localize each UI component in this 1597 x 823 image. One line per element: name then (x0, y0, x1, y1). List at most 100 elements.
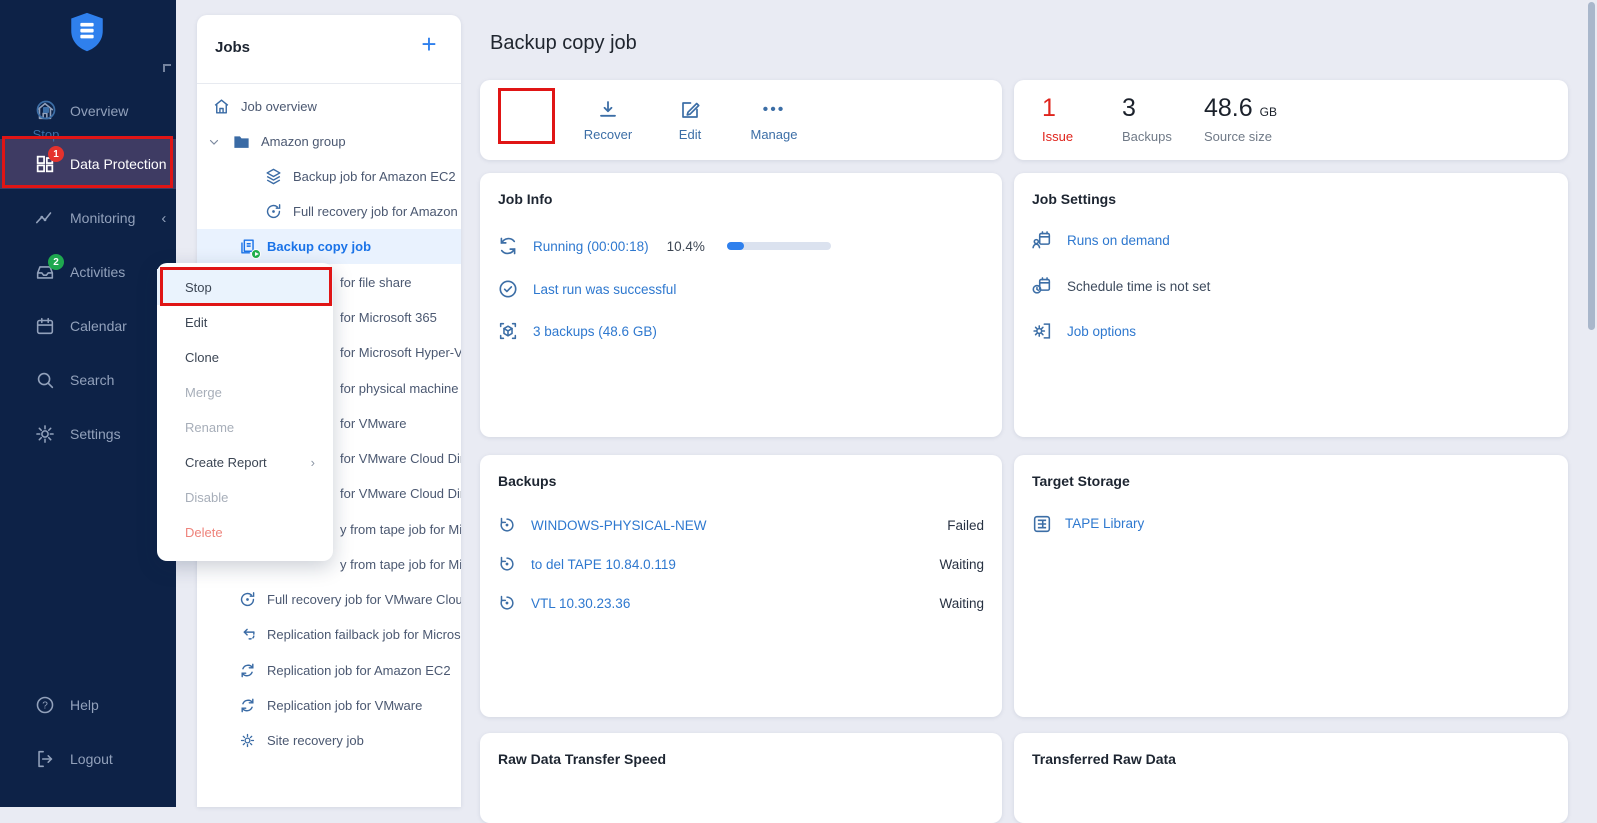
tree-item-job-overview[interactable]: Job overview (212, 89, 455, 124)
backup-copy-icon (238, 237, 257, 256)
tree-item-site-recovery[interactable]: Site recovery job (238, 723, 461, 758)
tree-item-label: Replication job for VMware (267, 698, 422, 713)
restore-icon (497, 515, 517, 535)
menu-item-edit[interactable]: Edit (157, 304, 333, 340)
tree-item-label: Amazon group (261, 134, 346, 149)
runs-on-demand-link[interactable]: Runs on demand (1067, 233, 1170, 248)
last-run-row: Last run was successful (497, 278, 676, 300)
tree-item-replication-failback[interactable]: Replication failback job for Microsof (238, 617, 461, 652)
tree-item-label: Backup job for Amazon EC2 (293, 169, 456, 184)
tree-item-fragment[interactable]: for VMware Cloud Direc (340, 441, 461, 476)
tree-item-fragment[interactable]: y from tape job for Micr (340, 547, 461, 582)
backup-name-link[interactable]: WINDOWS-PHYSICAL-NEW (531, 518, 707, 533)
chevron-down-icon[interactable] (208, 136, 222, 148)
backup-row: VTL 10.30.23.36 Waiting (497, 593, 984, 613)
sidebar-item-logout[interactable]: Logout (0, 734, 176, 784)
chevron-left-icon[interactable]: ‹ (161, 210, 166, 227)
add-job-button[interactable]: + (415, 31, 443, 59)
progress-bar (727, 242, 831, 250)
backup-name-link[interactable]: to del TAPE 10.84.0.119 (531, 557, 676, 572)
backup-row: WINDOWS-PHYSICAL-NEW Failed (497, 515, 984, 535)
backup-name-link[interactable]: VTL 10.30.23.36 (531, 596, 630, 611)
source-size-value: 48.6 (1204, 94, 1253, 122)
tree-item-fragment[interactable]: y from tape job for Micr (340, 512, 461, 547)
tree-item-replication-amazon-ec2[interactable]: Replication job for Amazon EC2 (238, 653, 461, 688)
jobs-panel-title: Jobs (215, 39, 250, 56)
running-status-link[interactable]: Running (00:00:18) (533, 239, 649, 254)
backups-card: Backups WINDOWS-PHYSICAL-NEW Failed to d… (480, 455, 1002, 717)
sidebar-item-activities[interactable]: 2 Activities (0, 247, 176, 297)
progress-fill (727, 242, 744, 250)
menu-item-delete[interactable]: Delete (157, 514, 333, 550)
sidebar-collapse-handle[interactable] (163, 64, 171, 72)
tree-item-fragment[interactable]: for Microsoft 365 (340, 300, 461, 335)
tree-item-full-recovery-amazon[interactable]: Full recovery job for Amazon E (264, 194, 461, 229)
tree-item-label: Job overview (241, 99, 317, 114)
source-size-unit: GB (1260, 105, 1277, 119)
backups-title: Backups (498, 473, 556, 489)
sidebar-item-calendar[interactable]: Calendar (0, 301, 176, 351)
tree-item-full-recovery-vmware-cloud[interactable]: Full recovery job for VMware Cloud (238, 582, 461, 617)
stat-source-size: 48.6 GB Source size (1204, 94, 1277, 144)
tree-item-replication-vmware[interactable]: Replication job for VMware (238, 688, 461, 723)
last-run-link[interactable]: Last run was successful (533, 282, 676, 297)
recovery-icon (238, 590, 257, 609)
person-schedule-icon (1031, 229, 1053, 251)
menu-item-clone[interactable]: Clone (157, 339, 333, 375)
tree-item-fragment[interactable]: for Microsoft Hyper-V (340, 335, 461, 370)
stats-card: 1 Issue 3 Backups 48.6 GB Source size (1014, 80, 1568, 160)
edit-button[interactable]: Edit (660, 92, 720, 148)
target-storage-title: Target Storage (1032, 473, 1130, 489)
tree-item-backup-copy-job[interactable]: Backup copy job (197, 229, 461, 264)
tree-item-amazon-group[interactable]: Amazon group (208, 124, 455, 159)
sidebar-item-monitoring[interactable]: Monitoring ‹ (0, 193, 176, 243)
sidebar-item-settings[interactable]: Settings (0, 409, 176, 459)
home-icon (212, 97, 231, 116)
backups-summary-link[interactable]: 3 backups (48.6 GB) (533, 324, 657, 339)
menu-item-merge: Merge (157, 374, 333, 410)
menu-item-stop[interactable]: Stop (157, 269, 333, 305)
sidebar-item-label: Data Protection (70, 156, 167, 172)
backup-status: Failed (947, 518, 984, 533)
tape-library-icon (1031, 513, 1051, 533)
tree-item-fragment[interactable]: for VMware Cloud Direc (340, 476, 461, 511)
storage-name-link[interactable]: TAPE Library (1065, 516, 1144, 531)
schedule-time-row: Schedule time is not set (1031, 275, 1210, 297)
job-options-link[interactable]: Job options (1067, 324, 1136, 339)
gear-icon (34, 423, 56, 445)
sidebar-item-label: Help (70, 697, 99, 713)
stop-icon (34, 98, 58, 122)
stop-label: Stop (33, 127, 60, 142)
sidebar-item-help[interactable]: ? Help (0, 680, 176, 730)
replication-icon (238, 661, 257, 680)
stat-issue[interactable]: 1 Issue (1042, 94, 1073, 144)
stop-button[interactable]: Stop (12, 92, 80, 148)
manage-button[interactable]: ••• Manage (738, 92, 810, 148)
search-icon (34, 369, 56, 391)
download-icon (596, 98, 620, 122)
backup-status: Waiting (939, 596, 984, 611)
tree-item-fragment[interactable]: for physical machine (340, 371, 461, 406)
backup-row: to del TAPE 10.84.0.119 Waiting (497, 554, 984, 574)
backup-status: Waiting (939, 557, 984, 572)
backups-summary-row: 3 backups (48.6 GB) (497, 320, 657, 342)
vertical-scrollbar[interactable] (1588, 2, 1595, 330)
monitoring-icon (34, 207, 56, 229)
gear-bracket-icon (1031, 320, 1053, 342)
menu-item-create-report[interactable]: Create Report › (157, 444, 333, 480)
tree-item-fragment[interactable]: for VMware (340, 406, 461, 441)
recover-label: Recover (584, 127, 632, 142)
target-storage-card: Target Storage TAPE Library (1014, 455, 1568, 717)
edit-pencil-icon (678, 98, 702, 122)
sidebar-item-label: Search (70, 372, 114, 388)
tree-item-backup-job-amazon-ec2[interactable]: Backup job for Amazon EC2 (264, 159, 461, 194)
tree-item-fragment[interactable]: for file share (340, 265, 461, 300)
stat-backups[interactable]: 3 Backups (1122, 94, 1172, 144)
data-protection-badge: 1 (48, 146, 64, 162)
sidebar-item-search[interactable]: Search (0, 355, 176, 405)
job-running-row: Running (00:00:18) 10.4% (497, 235, 831, 257)
backups-count: 3 (1122, 94, 1172, 123)
recover-button[interactable]: Recover (570, 92, 646, 148)
app-logo-shield-icon (66, 10, 108, 56)
raw-speed-card: Raw Data Transfer Speed (480, 733, 1002, 823)
